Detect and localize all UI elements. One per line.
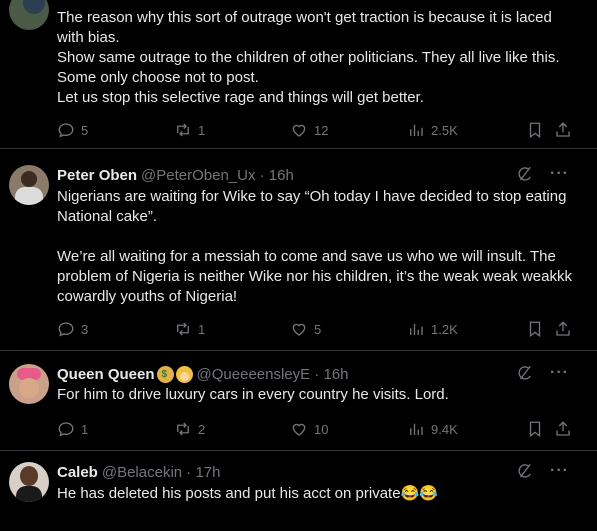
tweet-paragraph: For him to drive luxury cars in every co…: [57, 386, 449, 403]
retweet-count: 1: [198, 122, 206, 138]
tweet-paragraph: Nigerians are waiting for Wike to say “O…: [57, 188, 567, 225]
tweet-paragraph: We’re all waiting for a messiah to come …: [57, 248, 572, 305]
views-icon: [410, 423, 423, 435]
retweet-button[interactable]: 2: [174, 419, 205, 439]
tweet-text: For him to drive luxury cars in every co…: [57, 385, 577, 405]
princess-emoji: [175, 365, 193, 383]
views-button[interactable]: 1.2K: [407, 319, 458, 339]
tweet-paragraph: He has deleted his posts and put his acc…: [57, 485, 438, 502]
views-count: 2.5K: [431, 122, 458, 138]
tweet-header: Caleb @Belacekin · 17h: [57, 462, 220, 482]
reply-button[interactable]: 3: [57, 319, 88, 339]
retweet-icon: [177, 322, 189, 336]
grok-icon[interactable]: [516, 364, 534, 382]
tweet-top-icons: ···: [516, 165, 569, 183]
avatar[interactable]: [9, 462, 49, 502]
views-button[interactable]: 2.5K: [407, 120, 458, 140]
reply-count: 3: [81, 321, 89, 337]
retweet-count: 2: [198, 421, 206, 437]
heart-icon: [292, 323, 306, 336]
tweet-header: Peter Oben @PeterOben_Ux · 16h: [57, 165, 294, 185]
tweet-paragraph: Let us stop this selective rage and thin…: [57, 89, 424, 106]
share-icon: [556, 421, 570, 436]
like-count: 10: [314, 421, 329, 437]
display-name[interactable]: Peter Oben: [57, 167, 137, 184]
bookmark-icon: [529, 421, 541, 438]
tweet-actions: 1 2 10 9.4K: [57, 419, 577, 439]
tweet-text: Nigerians are waiting for Wike to say “O…: [57, 187, 577, 307]
like-count: 5: [314, 321, 322, 337]
display-name[interactable]: Caleb: [57, 464, 98, 481]
bookmark-button[interactable]: [526, 120, 544, 140]
more-options-icon[interactable]: ···: [550, 462, 569, 480]
more-options-icon[interactable]: ···: [550, 364, 569, 382]
money-bag-emoji: $: [156, 365, 174, 383]
retweet-count: 1: [198, 321, 206, 337]
bookmark-icon: [529, 122, 541, 139]
reply-count: 5: [81, 122, 89, 138]
like-button[interactable]: 10: [290, 419, 328, 439]
tweet[interactable]: Caleb @Belacekin · 17h ··· He has delete…: [0, 451, 597, 531]
retweet-icon: [177, 422, 189, 436]
handle-and-time[interactable]: @PeterOben_Ux · 16h: [141, 167, 294, 184]
avatar[interactable]: [9, 364, 49, 404]
share-icon: [556, 122, 570, 137]
share-icon: [556, 321, 570, 336]
reply-button[interactable]: 1: [57, 419, 88, 439]
views-icon: [410, 323, 423, 335]
share-button[interactable]: [554, 319, 572, 339]
tweet-text: He has deleted his posts and put his acc…: [57, 484, 577, 504]
handle-and-time[interactable]: @QueeeensleyE · 16h: [197, 366, 349, 383]
grok-icon[interactable]: [516, 165, 534, 183]
heart-icon: [292, 423, 306, 436]
reply-count: 1: [81, 421, 89, 437]
reply-icon: [58, 422, 74, 437]
tweet-top-icons: ···: [516, 364, 569, 382]
reply-icon: [58, 123, 74, 138]
retweet-button[interactable]: 1: [174, 319, 205, 339]
bookmark-icon: [529, 321, 541, 338]
bookmark-button[interactable]: [526, 419, 544, 439]
retweet-icon: [177, 123, 189, 137]
tweet-header: Queen Queen $ @QueeeensleyE · 16h: [57, 364, 349, 384]
like-button[interactable]: 12: [290, 120, 328, 140]
views-count: 9.4K: [431, 421, 458, 437]
reply-button[interactable]: 5: [57, 120, 88, 140]
reply-icon: [58, 322, 74, 337]
tweet-actions: 3 1 5 1.2K: [57, 319, 577, 339]
tweet-top-icons: ···: [516, 462, 569, 480]
retweet-button[interactable]: 1: [174, 120, 205, 140]
views-count: 1.2K: [431, 321, 458, 337]
tweet[interactable]: Queen Queen $ @QueeeensleyE · 16h ··· Fo…: [0, 351, 597, 451]
more-options-icon[interactable]: ···: [550, 165, 569, 183]
tweet-text: The reason why this sort of outrage won'…: [57, 8, 577, 108]
display-name[interactable]: Queen Queen: [57, 366, 155, 383]
tweet[interactable]: The reason why this sort of outrage won'…: [0, 0, 597, 149]
tweet[interactable]: Peter Oben @PeterOben_Ux · 16h ··· Niger…: [0, 149, 597, 351]
avatar[interactable]: [9, 165, 49, 205]
like-button[interactable]: 5: [290, 319, 321, 339]
bookmark-button[interactable]: [526, 319, 544, 339]
share-button[interactable]: [554, 120, 572, 140]
heart-icon: [292, 124, 306, 137]
tweet-actions: 5 1 12 2.5K: [57, 120, 577, 140]
tweet-paragraph: The reason why this sort of outrage won'…: [57, 9, 552, 46]
avatar[interactable]: [9, 0, 49, 30]
views-button[interactable]: 9.4K: [407, 419, 458, 439]
share-button[interactable]: [554, 419, 572, 439]
like-count: 12: [314, 122, 329, 138]
views-icon: [410, 124, 423, 136]
handle-and-time[interactable]: @Belacekin · 17h: [102, 464, 221, 481]
grok-icon[interactable]: [516, 462, 534, 480]
tweet-paragraph: Show same outrage to the children of oth…: [57, 49, 560, 86]
